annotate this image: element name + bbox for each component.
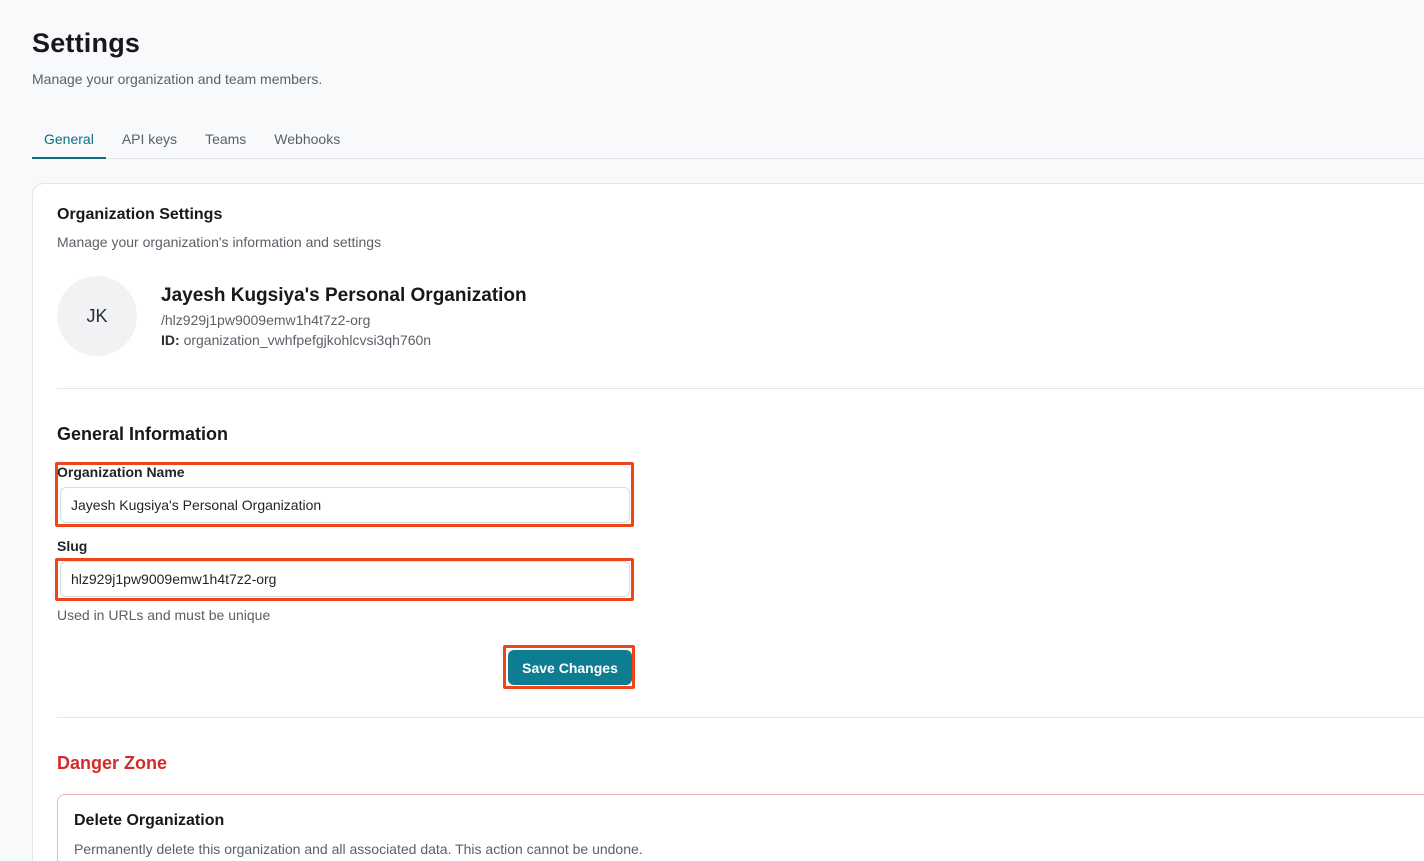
delete-org-title: Delete Organization: [74, 812, 225, 829]
org-id-value: organization_vwhfpefgjkohlcvsi3qh760n: [183, 332, 432, 348]
slug-input[interactable]: [60, 561, 630, 597]
org-display-name: Jayesh Kugsiya's Personal Organization: [161, 285, 527, 306]
page-title: Settings: [32, 28, 141, 58]
danger-zone-title: Danger Zone: [57, 753, 168, 773]
avatar-initials: JK: [86, 305, 108, 326]
save-changes-button[interactable]: Save Changes: [508, 650, 632, 685]
org-id-label: ID:: [161, 332, 180, 348]
slug-label: Slug: [57, 538, 88, 554]
settings-tabs: General API keys Teams Webhooks: [32, 120, 1424, 159]
settings-page: Settings Manage your organization and te…: [0, 0, 1424, 861]
org-settings-title: Organization Settings: [57, 206, 223, 223]
tab-teams[interactable]: Teams: [193, 120, 258, 159]
section-divider: [57, 388, 1424, 389]
general-info-title: General Information: [57, 424, 229, 444]
tab-api-keys[interactable]: API keys: [110, 120, 189, 159]
org-settings-description: Manage your organization's information a…: [57, 234, 382, 250]
org-name-label: Organization Name: [57, 464, 185, 480]
org-name-input[interactable]: [60, 487, 630, 523]
delete-org-description: Permanently delete this organization and…: [74, 841, 643, 857]
tab-general[interactable]: General: [32, 120, 106, 159]
page-subtitle: Manage your organization and team member…: [32, 71, 323, 87]
org-slug-path: /hlz929j1pw9009emw1h4t7z2-org: [161, 312, 371, 328]
danger-divider: [57, 717, 1424, 718]
tab-webhooks[interactable]: Webhooks: [262, 120, 352, 159]
slug-hint: Used in URLs and must be unique: [57, 607, 271, 623]
org-id: ID: organization_vwhfpefgjkohlcvsi3qh760…: [161, 332, 431, 348]
org-avatar: JK: [57, 276, 137, 356]
